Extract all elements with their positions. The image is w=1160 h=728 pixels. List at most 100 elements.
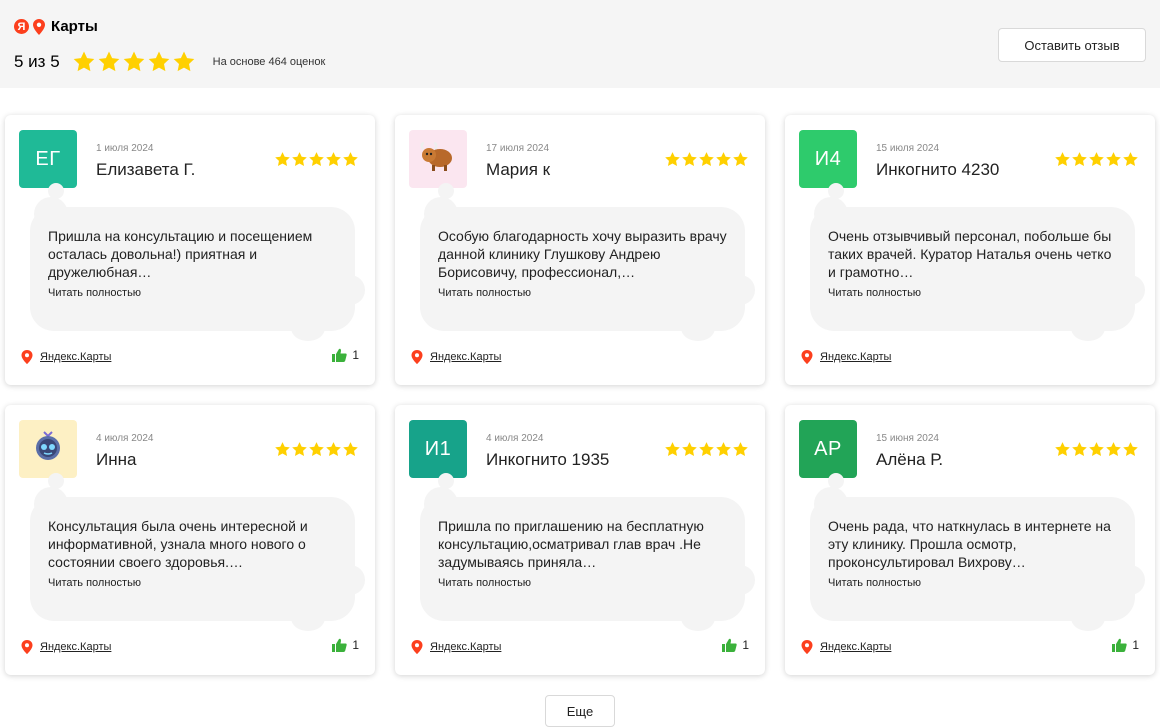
review-stars: [664, 441, 749, 458]
source-link[interactable]: Яндекс.Карты: [40, 641, 111, 653]
review-stars: [1054, 441, 1139, 458]
review-date: 15 июля 2024: [876, 143, 940, 154]
source-link[interactable]: Яндекс.Карты: [820, 641, 891, 653]
robot-icon: [31, 429, 65, 469]
like-count: 1: [1132, 638, 1139, 652]
map-pin-icon: [801, 640, 813, 654]
thumbs-up-icon: [1112, 638, 1127, 652]
map-pin-icon: [21, 350, 33, 364]
review-text: Пришла на консультацию и посещением оста…: [48, 228, 313, 280]
source-link[interactable]: Яндекс.Карты: [430, 351, 501, 363]
review-source[interactable]: Яндекс.Карты: [801, 350, 891, 364]
star-icon: [73, 51, 94, 72]
source-link[interactable]: Яндекс.Карты: [820, 351, 891, 363]
like-button[interactable]: 1: [332, 348, 359, 362]
widget-header: Я Карты 5 из 5 На основе 464 оценок Оста…: [0, 0, 1160, 88]
review-date: 1 июля 2024: [96, 143, 154, 154]
star-icon: [1123, 152, 1138, 166]
map-pin-icon: [801, 350, 813, 364]
overall-rating: 5 из 5 На основе 464 оценок: [14, 50, 325, 74]
review-text: Консультация была очень интересной и инф…: [48, 518, 308, 570]
review-source[interactable]: Яндекс.Карты: [411, 640, 501, 654]
thumbs-up-icon: [332, 348, 347, 362]
star-icon: [699, 442, 714, 456]
star-icon: [173, 51, 194, 72]
star-icon: [682, 442, 697, 456]
star-icon: [1106, 442, 1121, 456]
star-icon: [716, 152, 731, 166]
read-more-link[interactable]: Читать полностью: [48, 577, 141, 589]
review-source[interactable]: Яндекс.Карты: [21, 350, 111, 364]
like-button[interactable]: 1: [332, 638, 359, 652]
star-icon: [1106, 152, 1121, 166]
review-bubble: Особую благодарность хочу выразить врачу…: [420, 183, 755, 341]
review-source[interactable]: Яндекс.Карты: [411, 350, 501, 364]
review-text: Очень рада, что наткнулась в интернете н…: [828, 518, 1111, 570]
like-count: 1: [742, 638, 749, 652]
read-more-link[interactable]: Читать полностью: [828, 577, 921, 589]
review-author: Инна: [96, 450, 137, 469]
more-button[interactable]: Еще: [545, 695, 615, 727]
review-author: Елизавета Г.: [96, 160, 196, 179]
read-more-link[interactable]: Читать полностью: [828, 287, 921, 299]
map-pin-icon: [411, 350, 423, 364]
review-source[interactable]: Яндекс.Карты: [801, 640, 891, 654]
leave-review-button[interactable]: Оставить отзыв: [998, 28, 1146, 62]
review-author: Инкогнито 1935: [486, 450, 610, 469]
thumbs-up-icon: [332, 638, 347, 652]
overall-stars: [72, 50, 197, 74]
review-date: 4 июля 2024: [96, 433, 154, 444]
review-text: Особую благодарность хочу выразить врачу…: [438, 228, 727, 280]
yandex-logo-icon: Я: [14, 19, 29, 34]
review-text: Пришла по приглашению на бесплатную конс…: [438, 518, 704, 570]
star-icon: [275, 442, 290, 456]
like-button[interactable]: 1: [722, 638, 749, 652]
read-more-link[interactable]: Читать полностью: [438, 577, 531, 589]
star-icon: [275, 152, 290, 166]
review-author: Алёна Р.: [876, 450, 944, 469]
review-source[interactable]: Яндекс.Карты: [21, 640, 111, 654]
review-card: АР 15 июня 2024 Алёна Р. Очень рада, что на…: [785, 405, 1155, 675]
star-icon: [292, 152, 307, 166]
read-more-link[interactable]: Читать полностью: [48, 287, 141, 299]
star-icon: [665, 152, 680, 166]
star-icon: [343, 152, 358, 166]
avatar: [409, 130, 467, 188]
star-icon: [123, 51, 144, 72]
star-icon: [1089, 442, 1104, 456]
source-link[interactable]: Яндекс.Карты: [430, 641, 501, 653]
like-count: 1: [352, 348, 359, 362]
avatar: И1: [409, 420, 467, 478]
star-icon: [1072, 152, 1087, 166]
star-icon: [1055, 442, 1070, 456]
review-card: ЕГ 1 июля 2024 Елизавета Г. Пришла на консу…: [5, 115, 375, 385]
avatar: И4: [799, 130, 857, 188]
review-bubble: Консультация была очень интересной и инф…: [30, 473, 365, 631]
map-pin-icon: [411, 640, 423, 654]
review-stars: [274, 441, 359, 458]
source-link[interactable]: Яндекс.Карты: [40, 351, 111, 363]
review-bubble: Очень отзывчивый персонал, побольше бы т…: [810, 183, 1145, 341]
rating-text: 5 из 5: [14, 52, 60, 71]
read-more-link[interactable]: Читать полностью: [438, 287, 531, 299]
review-card: 17 июля 2024 Мария к Особую благодарность …: [395, 115, 765, 385]
review-author: Мария к: [486, 160, 551, 179]
star-icon: [98, 51, 119, 72]
like-button[interactable]: 1: [1112, 638, 1139, 652]
review-bubble: Пришла на консультацию и посещением оста…: [30, 183, 365, 341]
review-date: 17 июля 2024: [486, 143, 550, 154]
review-date: 15 июня 2024: [876, 433, 939, 444]
review-text: Очень отзывчивый персонал, побольше бы т…: [828, 228, 1112, 280]
star-icon: [716, 442, 731, 456]
star-icon: [309, 442, 324, 456]
star-icon: [665, 442, 680, 456]
avatar: [19, 420, 77, 478]
star-icon: [148, 51, 169, 72]
review-stars: [664, 151, 749, 168]
star-icon: [1055, 152, 1070, 166]
brand-name: Карты: [51, 18, 98, 35]
review-bubble: Очень рада, что наткнулась в интернете н…: [810, 473, 1145, 631]
map-pin-icon: [21, 640, 33, 654]
star-icon: [326, 442, 341, 456]
review-author: Инкогнито 4230: [876, 160, 1000, 179]
